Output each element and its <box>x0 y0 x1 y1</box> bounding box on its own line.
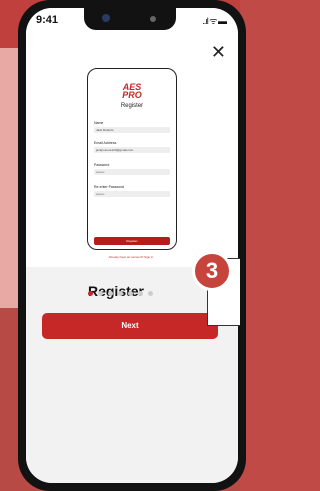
status-time: 9:41 <box>36 14 59 26</box>
pager-dot[interactable] <box>88 291 93 296</box>
preview-input-email: jackpmoore123@gmail.com <box>94 147 170 153</box>
preview-label-name: Name <box>94 121 104 125</box>
notch <box>84 8 176 30</box>
signal-wifi-battery-icon: ..ıl ᯤ ▬ <box>202 16 227 26</box>
step-badge: 3 <box>192 251 232 291</box>
status-bar: 9:41 ..ıl ᯤ ▬ <box>26 8 238 34</box>
preview-signin-link: Already have an account? Sign in <box>108 255 154 259</box>
preview-register-button: Register <box>94 237 170 245</box>
phone-screen: 9:41 ..ıl ᯤ ▬ ✕ AES PRO Register Name Ja… <box>26 8 238 483</box>
preview-input-name: Jack Roberts <box>94 127 170 133</box>
preview-input-password: •••••••• <box>94 169 170 175</box>
preview-title: Register <box>120 103 144 109</box>
preview-label-password: Password <box>94 163 110 167</box>
pager-dot[interactable] <box>98 291 103 296</box>
aes-pro-logo: AES PRO <box>88 83 176 100</box>
pager-dot[interactable] <box>118 291 123 296</box>
camera-icon <box>102 14 110 22</box>
logo-line2: PRO <box>122 90 142 100</box>
sensor-icon <box>150 16 156 22</box>
phone-frame: 9:41 ..ıl ᯤ ▬ ✕ AES PRO Register Name Ja… <box>18 0 246 491</box>
preview-label-email: Email Address <box>94 141 117 145</box>
preview-input-reenter: •••••••• <box>94 191 170 197</box>
close-icon[interactable]: ✕ <box>211 42 226 63</box>
next-button[interactable]: Next <box>42 313 218 339</box>
pager-dot[interactable] <box>138 291 143 296</box>
preview-label-reenter: Re-enter Password <box>94 185 124 189</box>
pager-dot[interactable] <box>148 291 153 296</box>
register-screen-preview: AES PRO Register Name Jack Roberts Email… <box>87 68 177 250</box>
pager-dot[interactable] <box>128 291 133 296</box>
pager-dot[interactable] <box>108 291 113 296</box>
page-heading: Register <box>87 283 145 299</box>
